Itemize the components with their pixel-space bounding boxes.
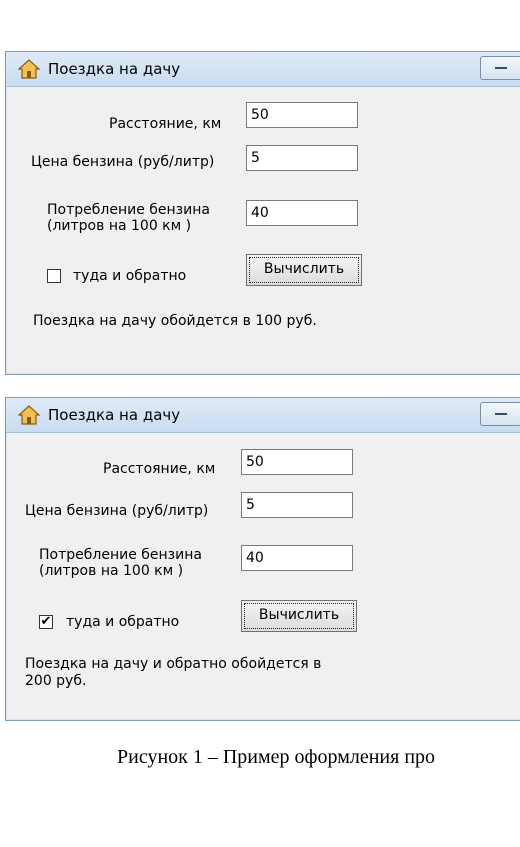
fuel-price-input[interactable] [241, 492, 353, 518]
app-window-1: Поездка на дачу Расстояние, км Цена бенз… [5, 51, 520, 375]
calculate-button[interactable]: Вычислить [246, 254, 362, 286]
window-title: Поездка на дачу [48, 60, 181, 78]
title-bar[interactable]: Поездка на дачу [6, 52, 520, 87]
figure-caption: Рисунок 1 – Пример оформления про [117, 746, 436, 768]
title-bar[interactable]: Поездка на дачу [6, 398, 520, 433]
consumption-input[interactable] [241, 545, 353, 571]
roundtrip-checkbox[interactable] [47, 269, 61, 283]
app-window-2: Поездка на дачу Расстояние, км Цена бенз… [5, 397, 520, 721]
distance-input[interactable] [241, 449, 353, 475]
consumption-label-line1: Потребление бензина [39, 547, 202, 563]
consumption-label-line2: (литров на 100 км ) [47, 218, 192, 234]
distance-label: Расстояние, км [109, 116, 222, 132]
consumption-label-line2: (литров на 100 км ) [39, 563, 184, 579]
result-text-line2: 200 руб. [25, 673, 87, 689]
roundtrip-checkbox[interactable]: ✔ [39, 615, 53, 629]
form-body: Расстояние, км Цена бензина (руб/литр) П… [11, 87, 520, 369]
fuel-price-input[interactable] [246, 145, 358, 171]
consumption-input[interactable] [246, 200, 358, 226]
minimize-button[interactable] [480, 56, 520, 80]
window-title: Поездка на дачу [48, 406, 181, 424]
fuel-price-label: Цена бензина (руб/литр) [31, 154, 215, 170]
distance-label: Расстояние, км [103, 461, 216, 477]
distance-input[interactable] [246, 102, 358, 128]
roundtrip-label[interactable]: туда и обратно [73, 268, 186, 284]
minimize-button[interactable] [480, 402, 520, 426]
form-body: Расстояние, км Цена бензина (руб/литр) П… [11, 433, 520, 715]
fuel-price-label: Цена бензина (руб/литр) [25, 503, 209, 519]
calculate-button[interactable]: Вычислить [241, 600, 357, 632]
roundtrip-label[interactable]: туда и обратно [66, 614, 179, 630]
house-icon [18, 405, 40, 425]
consumption-label-line1: Потребление бензина [47, 202, 210, 218]
result-text-line1: Поездка на дачу и обратно обойдется в [25, 656, 322, 672]
house-icon [18, 59, 40, 79]
result-text: Поездка на дачу обойдется в 100 руб. [33, 313, 317, 329]
